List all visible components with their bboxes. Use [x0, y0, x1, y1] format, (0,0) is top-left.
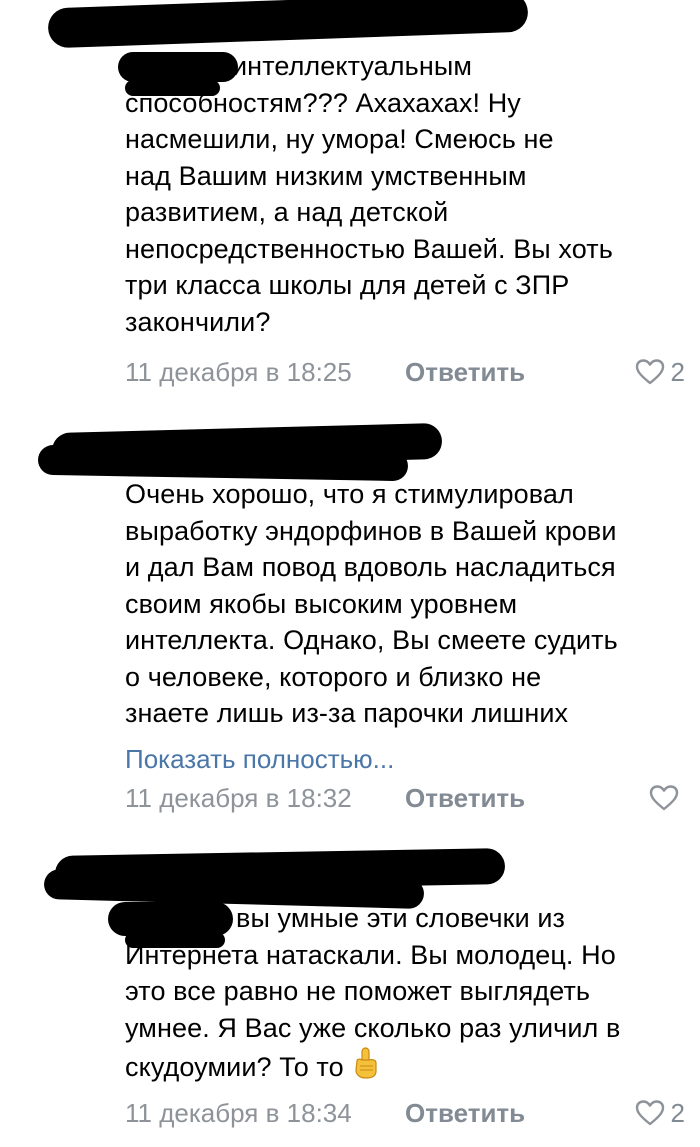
comment-text: вы умные эти словечки из: [236, 900, 700, 937]
comment-line: интеллектуальным: [232, 51, 472, 81]
comment-line: закончили?: [125, 306, 271, 337]
heart-outline-icon: [635, 1100, 664, 1126]
comment-line: умнее. Я Вас уже сколько раз уличил в: [125, 1012, 621, 1043]
comment-line: насмешили, ну умора! Смеюсь не: [125, 124, 554, 154]
comment-text: интеллектуальным: [232, 48, 700, 85]
redaction-scribble: [47, 0, 529, 49]
reply-button[interactable]: Ответить: [405, 354, 525, 390]
like-button[interactable]: [649, 780, 685, 816]
comment-meta: 11 декабря в 18:25 Ответить 2: [125, 354, 685, 390]
comment-line-text: скудоумии? То то: [125, 1052, 344, 1082]
comment-text: Очень хорошо, что я стимулировал выработ…: [125, 476, 685, 732]
comment-date: 11 декабря в 18:32: [125, 783, 352, 813]
heart-outline-icon: [649, 785, 679, 811]
redaction-scribble: [118, 52, 238, 82]
comment-line: развитием, а над детской: [125, 197, 449, 227]
heart-outline-icon: [635, 359, 664, 385]
comment-line: три класса школы для детей с ЗПР: [125, 270, 570, 300]
like-count: 2: [670, 357, 685, 387]
redaction-scribble: [108, 902, 233, 936]
comment-line: о человеке, которого и близко не: [125, 661, 542, 692]
comment-line: непосредственностью Вашей. Вы хоть: [125, 233, 613, 264]
comment-date: 11 декабря в 18:34: [125, 1098, 352, 1128]
show-more-link[interactable]: Показать полностью...: [125, 742, 394, 776]
comment-line: знаете лишь из-за парочки лишних: [125, 698, 569, 728]
like-button[interactable]: 2: [635, 354, 685, 390]
comment-date: 11 декабря в 18:25: [125, 357, 352, 387]
comment-line: над Вашим низким умственным: [125, 160, 527, 191]
comment-line: способностям??? Ахахахах! Ну: [125, 87, 521, 118]
comment-meta: 11 декабря в 18:32 Ответить: [125, 780, 685, 816]
like-count: 2: [670, 1098, 685, 1128]
comment-line: и дал Вам повод вдоволь насладиться: [125, 552, 616, 582]
comment-line: выработку эндорфинов в Вашей крови: [125, 515, 617, 546]
pointing-up-emoji-icon: [355, 1047, 377, 1079]
like-button[interactable]: 2: [635, 1095, 685, 1131]
reply-button[interactable]: Ответить: [405, 780, 525, 816]
comment-line: вы умные эти словечки из: [236, 903, 566, 933]
comment-line: Интернета натаскали. Вы молодец. Но: [125, 939, 616, 970]
reply-button[interactable]: Ответить: [405, 1095, 525, 1131]
comment-line: это все равно не поможет выглядеть: [125, 976, 591, 1006]
comment-line: интеллекта. Однако, Вы смеете судить: [125, 625, 618, 655]
comment-text: способностям??? Ахахахах! Ну насмешили, …: [125, 85, 685, 341]
comment-line: скудоумии? То то: [125, 1046, 685, 1086]
comment-meta: 11 декабря в 18:34 Ответить 2: [125, 1095, 685, 1131]
comment-line: Очень хорошо, что я стимулировал: [125, 479, 574, 509]
comment-line: своим якобы высоким уровнем: [125, 588, 518, 619]
comment-text: Интернета натаскали. Вы молодец. Но это …: [125, 937, 685, 1086]
